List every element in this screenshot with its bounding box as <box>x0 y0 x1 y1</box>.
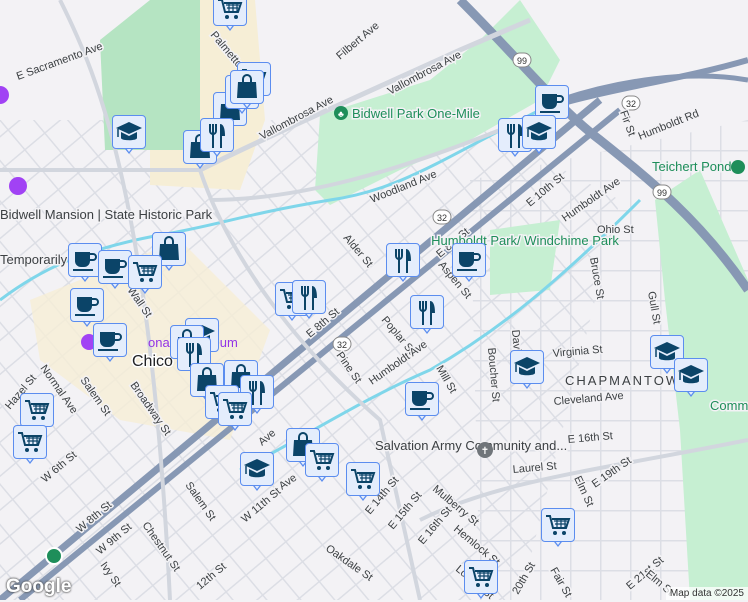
svg-text:Salvation Army Community and..: Salvation Army Community and... <box>375 438 567 453</box>
highway-shield-32: 32 <box>332 336 352 352</box>
cart-marker[interactable] <box>128 255 162 297</box>
grad-marker[interactable] <box>522 115 556 157</box>
bidwell-park-label[interactable]: ♣ Bidwell Park One-Mile <box>334 105 481 123</box>
coffee-icon <box>405 382 439 416</box>
coffee-icon <box>535 85 569 119</box>
grad-marker[interactable] <box>112 115 146 157</box>
cart-icon <box>541 508 575 542</box>
grad-icon <box>674 358 708 392</box>
coffee-icon <box>68 243 102 277</box>
cart-icon <box>128 255 162 289</box>
grad-icon <box>510 350 544 384</box>
coffee-icon <box>452 243 486 277</box>
city-label: Chico <box>132 353 173 370</box>
fork-icon <box>410 295 444 329</box>
cart-icon <box>305 443 339 477</box>
cart-marker[interactable] <box>13 425 47 467</box>
svg-text:32: 32 <box>437 213 447 223</box>
coffee-icon <box>98 250 132 284</box>
cart-icon <box>20 393 54 427</box>
cart-marker[interactable] <box>541 508 575 550</box>
cart-marker[interactable] <box>218 392 252 434</box>
cart-marker[interactable] <box>213 0 247 34</box>
coffee-marker[interactable] <box>68 243 102 285</box>
cart-icon <box>218 392 252 426</box>
coffee-marker[interactable] <box>452 243 486 285</box>
svg-text:Bidwell Park One-Mile: Bidwell Park One-Mile <box>352 106 480 121</box>
cart-marker[interactable] <box>346 462 380 504</box>
svg-text:♣: ♣ <box>338 109 344 119</box>
highway-shield-99: 99 <box>512 52 532 68</box>
cart-marker[interactable] <box>464 560 498 602</box>
map-canvas[interactable]: 99 32 32 32 99 E Sacramento Ave Palmetto… <box>0 0 748 600</box>
fork-icon <box>200 118 234 152</box>
fork-icon <box>292 280 326 314</box>
highway-shield-32: 32 <box>621 95 641 111</box>
cart-icon <box>346 462 380 496</box>
svg-text:99: 99 <box>517 56 527 66</box>
bag-icon <box>230 70 264 104</box>
teichert-ponds-label[interactable]: Teichert Ponds <box>651 158 745 176</box>
grad-icon <box>522 115 556 149</box>
cart-icon <box>213 0 247 26</box>
fork-marker[interactable] <box>292 280 326 322</box>
highway-shield-32: 32 <box>432 209 452 225</box>
svg-text:Teichert Ponds: Teichert Ponds <box>652 159 738 174</box>
grad-marker[interactable] <box>240 452 274 494</box>
community-park-label[interactable]: Comm Pa <box>709 397 748 415</box>
grad-marker[interactable] <box>510 350 544 392</box>
coffee-icon <box>93 323 127 357</box>
svg-text:32: 32 <box>626 99 636 109</box>
svg-text:Bidwell Mansion | State Histor: Bidwell Mansion | State Historic Park <box>0 207 213 222</box>
coffee-marker[interactable] <box>98 250 132 292</box>
coffee-marker[interactable] <box>405 382 439 424</box>
fork-marker[interactable] <box>200 118 234 160</box>
fork-marker[interactable] <box>386 243 420 285</box>
transit-icon[interactable] <box>45 547 63 565</box>
svg-text:✝: ✝ <box>481 446 489 457</box>
svg-text:99: 99 <box>657 188 667 198</box>
grad-icon <box>240 452 274 486</box>
map-attribution[interactable]: Map data ©2025 <box>665 587 748 600</box>
svg-text:32: 32 <box>337 340 347 350</box>
cart-marker[interactable] <box>305 443 339 485</box>
google-logo: Google <box>6 576 72 597</box>
fork-icon <box>386 243 420 277</box>
bag-marker[interactable] <box>230 70 264 112</box>
cart-icon <box>464 560 498 594</box>
fork-marker[interactable] <box>410 295 444 337</box>
coffee-icon <box>70 288 104 322</box>
cart-icon <box>13 425 47 459</box>
coffee-marker[interactable] <box>93 323 127 365</box>
grad-icon <box>112 115 146 149</box>
highway-shield-99: 99 <box>652 184 672 200</box>
grad-marker[interactable] <box>674 358 708 400</box>
